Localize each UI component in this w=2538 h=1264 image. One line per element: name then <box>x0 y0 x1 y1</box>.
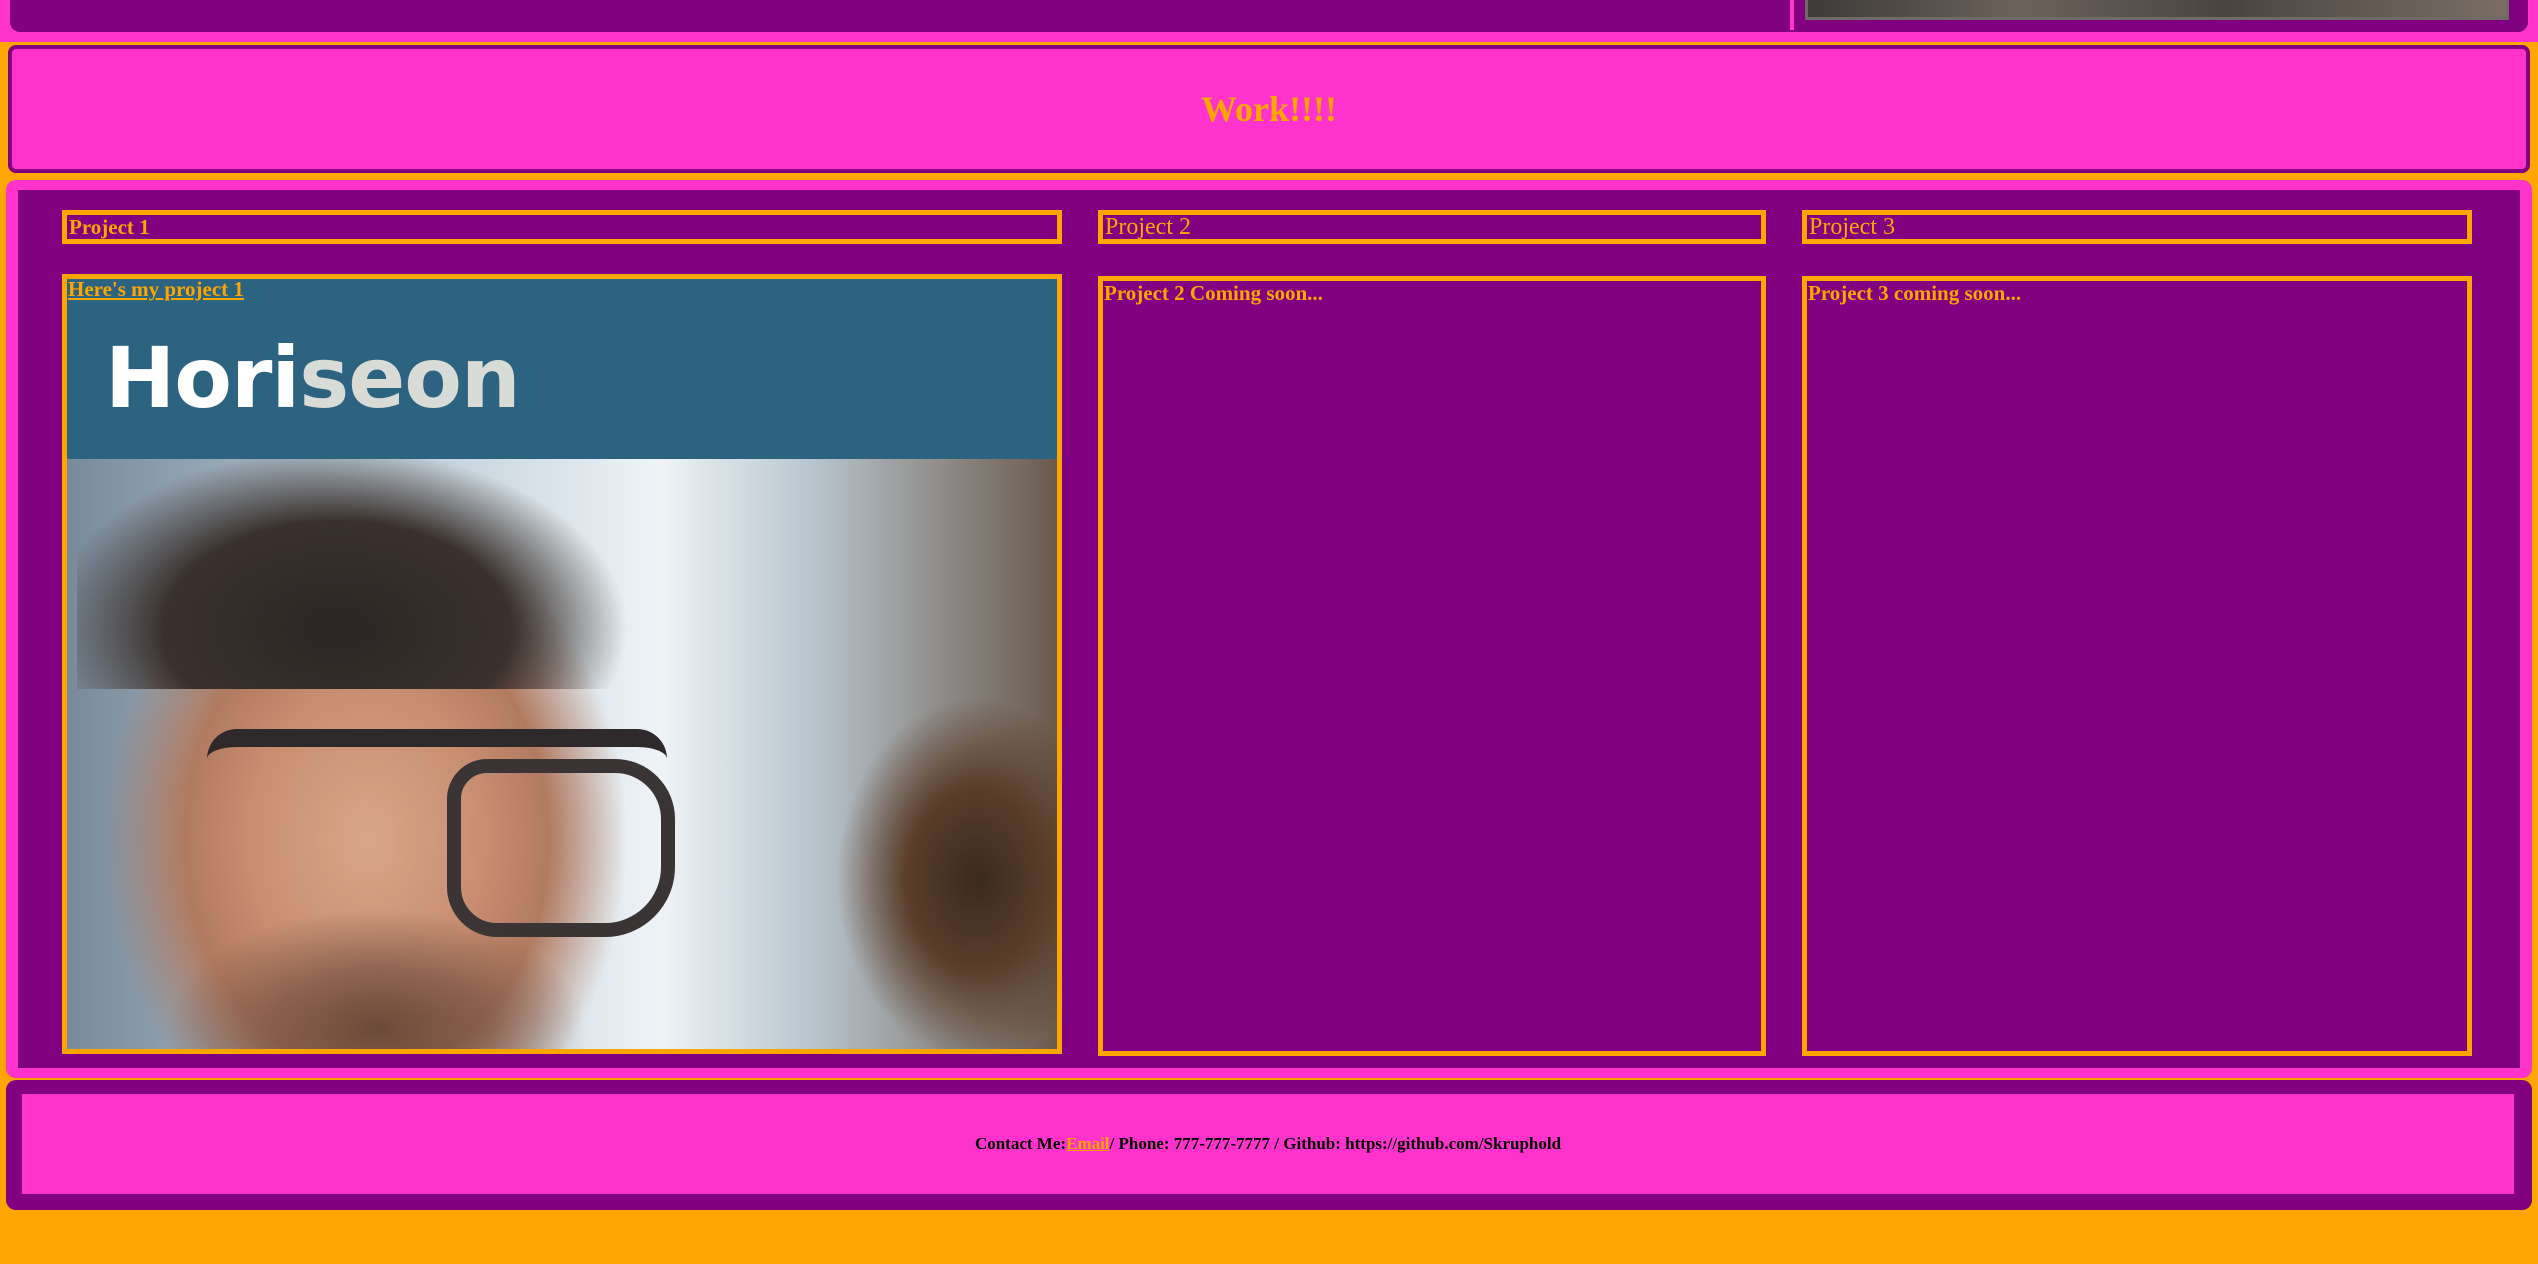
contact-label: Contact Me: <box>974 1134 1067 1153</box>
horiseon-logo: Horiseon <box>105 329 521 427</box>
divider <box>1790 0 1794 30</box>
project-1-title: Project 1 <box>62 210 1062 244</box>
project-1-card[interactable]: Horiseon Here's my project 1 <box>62 274 1062 1054</box>
top-strip <box>0 0 2538 42</box>
project-2-title: Project 2 <box>1098 210 1766 244</box>
horiseon-header: Horiseon <box>67 279 1057 459</box>
contact-details: / Phone: 777-777-7777 / Github: https://… <box>1109 1134 1562 1153</box>
project-1-screenshot[interactable]: Horiseon <box>67 279 1057 1049</box>
work-section: Project 1 Horiseon Here's my project 1 P… <box>6 180 2532 1078</box>
work-grid: Project 1 Horiseon Here's my project 1 P… <box>18 190 2520 1068</box>
project-1-link[interactable]: Here's my project 1 <box>67 279 244 301</box>
contact-bar: Contact Me: Email / Phone: 777-777-7777 /… <box>22 1094 2514 1194</box>
project-3-caption: Project 3 coming soon... <box>1808 281 2022 305</box>
work-title: Work!!!! <box>1201 89 1337 129</box>
contact-footer: Contact Me: Email / Phone: 777-777-7777 /… <box>6 1080 2532 1210</box>
project-3-title: Project 3 <box>1802 210 2472 244</box>
project-2-caption: Project 2 Coming soon... <box>1104 281 1323 305</box>
person-beard <box>167 889 587 1049</box>
project-3-card: Project 3 coming soon... <box>1802 276 2472 1056</box>
work-header: Work!!!! <box>8 45 2530 173</box>
email-link[interactable]: Email <box>1066 1134 1109 1154</box>
project-2-card: Project 2 Coming soon... <box>1098 276 1766 1056</box>
person-hair <box>77 459 637 689</box>
profile-image-bottom <box>1805 0 2509 20</box>
horiseon-photo <box>67 459 1057 1049</box>
